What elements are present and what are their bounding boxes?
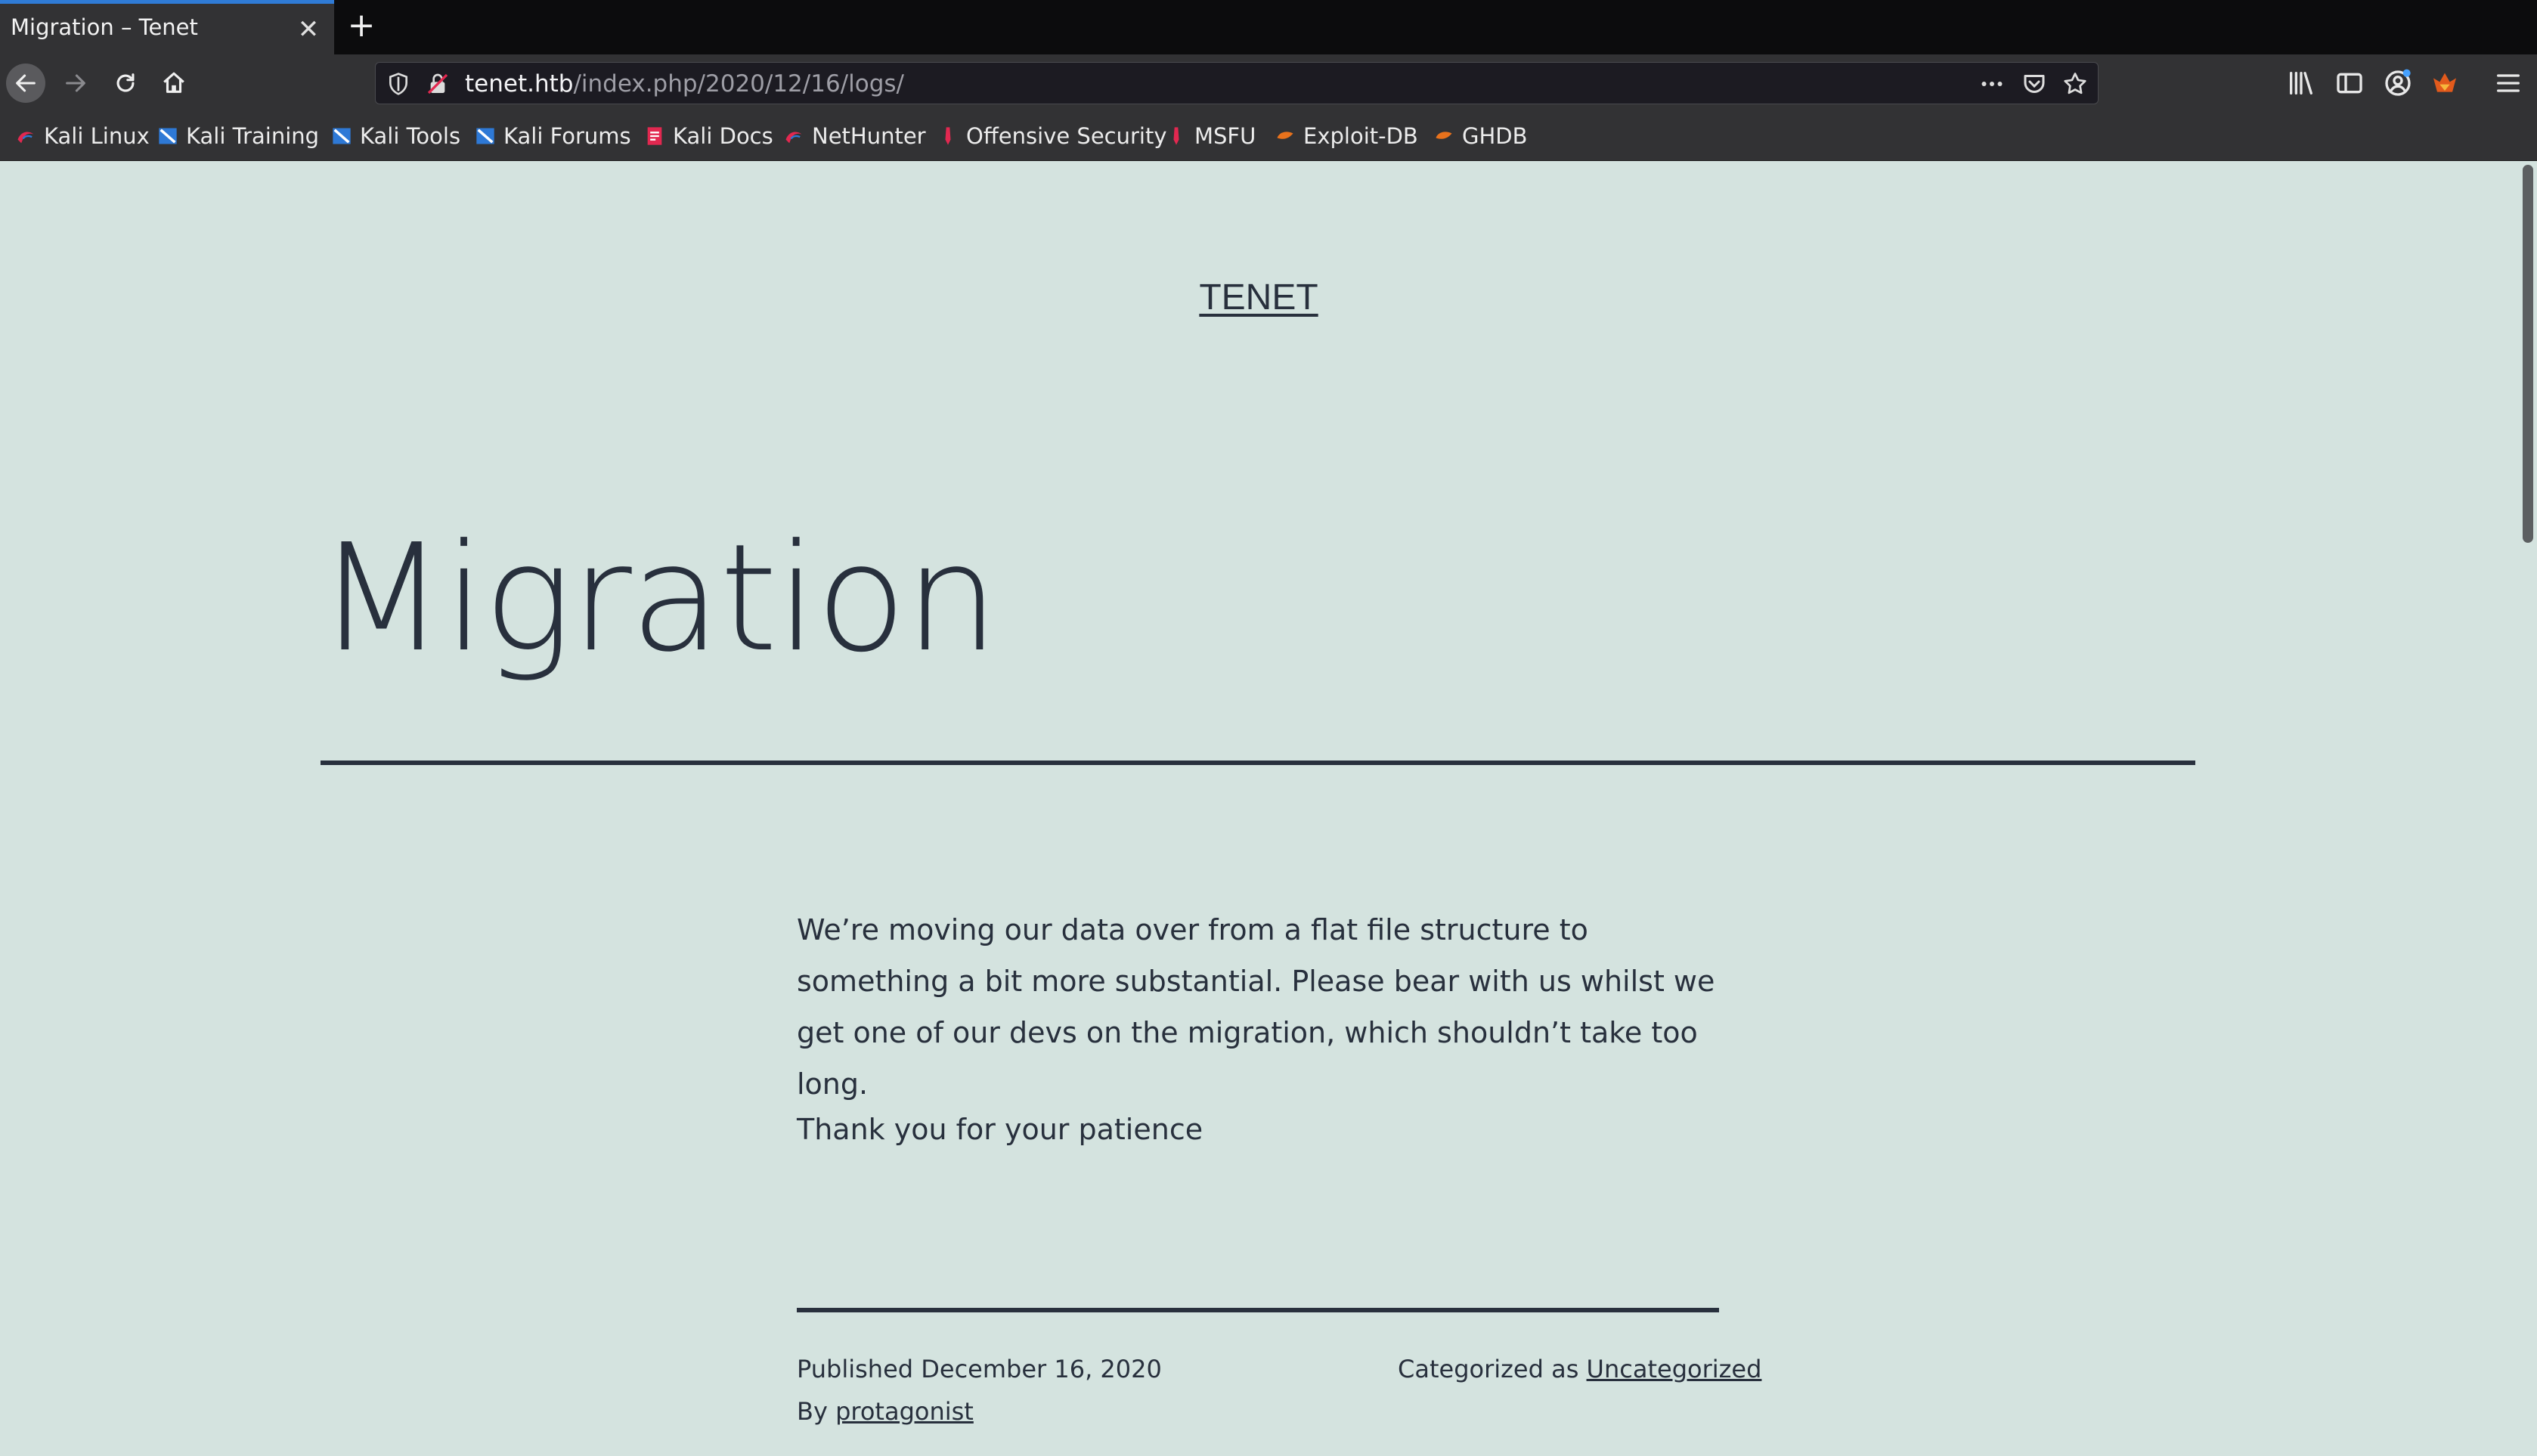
bookmark-label: MSFU xyxy=(1194,123,1256,149)
more-actions-icon[interactable] xyxy=(1978,70,2006,98)
url-text[interactable]: tenet.htb/index.php/2020/12/16/logs/ xyxy=(465,70,904,98)
url-host: tenet.htb xyxy=(465,70,574,98)
kali-training-icon xyxy=(157,125,178,147)
home-icon[interactable] xyxy=(154,64,194,103)
url-path: /index.php/2020/12/16/logs/ xyxy=(573,70,904,98)
post-title: Migration xyxy=(318,513,999,685)
tab-title: Migration – Tenet xyxy=(11,14,198,40)
published-label: Published xyxy=(797,1355,914,1383)
post-paragraph: We’re moving our data over from a flat f… xyxy=(797,913,1715,1101)
back-arrow-icon[interactable] xyxy=(6,64,45,103)
bookmarks-toolbar: Kali Linux Kali Training Kali Tools Kali… xyxy=(0,112,2537,161)
content-divider xyxy=(797,1308,1719,1312)
bookmark-kali-forums[interactable]: Kali Forums xyxy=(475,122,631,150)
msfu-icon xyxy=(1166,125,1187,147)
kali-forums-icon xyxy=(475,125,496,147)
bookmark-label: Exploit-DB xyxy=(1303,123,1418,149)
sidebar-icon[interactable] xyxy=(2334,68,2365,98)
site-title: TENET xyxy=(0,277,2517,318)
exploitdb-icon xyxy=(1275,125,1296,147)
insecure-lock-icon[interactable] xyxy=(426,72,450,96)
tab-active[interactable]: Migration – Tenet ✕ xyxy=(0,0,334,54)
bookmark-kali-linux[interactable]: Kali Linux xyxy=(15,122,150,150)
bookmark-kali-docs[interactable]: Kali Docs xyxy=(644,122,773,150)
nethunter-icon xyxy=(783,125,804,147)
bookmark-kali-tools[interactable]: Kali Tools xyxy=(331,122,460,150)
bookmark-ghdb[interactable]: GHDB xyxy=(1433,122,1528,150)
bookmark-label: Offensive Security xyxy=(966,123,1167,149)
bookmark-label: Kali Tools xyxy=(360,123,461,149)
category-link[interactable]: Uncategorized xyxy=(1587,1355,1762,1383)
reload-icon[interactable] xyxy=(106,64,145,103)
bookmark-label: GHDB xyxy=(1462,123,1528,149)
close-icon[interactable]: ✕ xyxy=(293,14,324,45)
bookmark-label: Kali Training xyxy=(186,123,320,149)
bookmark-label: Kali Linux xyxy=(44,123,150,149)
category-label: Categorized as xyxy=(1398,1355,1579,1383)
site-title-link[interactable]: TENET xyxy=(1199,277,1318,318)
bookmark-label: Kali Forums xyxy=(503,123,631,149)
published-date: December 16, 2020 xyxy=(921,1355,1162,1383)
navigation-toolbar: tenet.htb/index.php/2020/12/16/logs/ xyxy=(0,54,2537,112)
kali-tools-icon xyxy=(331,125,352,147)
account-icon[interactable] xyxy=(2383,68,2413,98)
hamburger-menu-icon[interactable] xyxy=(2493,68,2523,98)
author-meta: By protagonist xyxy=(797,1397,974,1426)
bookmark-kali-training[interactable]: Kali Training xyxy=(157,122,319,150)
title-divider xyxy=(321,761,2195,765)
kali-dragon-icon xyxy=(15,125,36,147)
extension-fox-icon[interactable] xyxy=(2430,68,2460,98)
bookmark-label: NetHunter xyxy=(812,123,926,149)
offsec-icon xyxy=(937,125,959,147)
bookmark-msfu[interactable]: MSFU xyxy=(1166,122,1256,150)
post-paragraph: Thank you for your patience xyxy=(797,1113,1203,1146)
plus-icon[interactable]: + xyxy=(345,9,378,42)
bookmark-exploit-db[interactable]: Exploit-DB xyxy=(1275,122,1418,150)
url-bar[interactable]: tenet.htb/index.php/2020/12/16/logs/ xyxy=(375,62,2099,104)
bookmark-label: Kali Docs xyxy=(673,123,773,149)
bookmark-star-icon[interactable] xyxy=(2062,70,2089,98)
ghdb-icon xyxy=(1433,125,1454,147)
category-meta: Categorized as Uncategorized xyxy=(1398,1355,1761,1383)
scrollbar-thumb[interactable] xyxy=(2523,165,2533,543)
library-icon[interactable] xyxy=(2286,68,2316,98)
author-link[interactable]: protagonist xyxy=(835,1397,974,1426)
tracking-shield-icon[interactable] xyxy=(386,72,410,96)
forward-arrow-icon[interactable] xyxy=(56,64,95,103)
published-meta: Published December 16, 2020 xyxy=(797,1355,1162,1383)
author-label: By xyxy=(797,1397,828,1426)
bookmark-offensive-security[interactable]: Offensive Security xyxy=(937,122,1167,150)
pocket-icon[interactable] xyxy=(2021,70,2048,98)
tab-bar: Migration – Tenet ✕ + xyxy=(0,0,2537,54)
bookmark-nethunter[interactable]: NetHunter xyxy=(783,122,926,150)
kali-docs-icon xyxy=(644,125,665,147)
